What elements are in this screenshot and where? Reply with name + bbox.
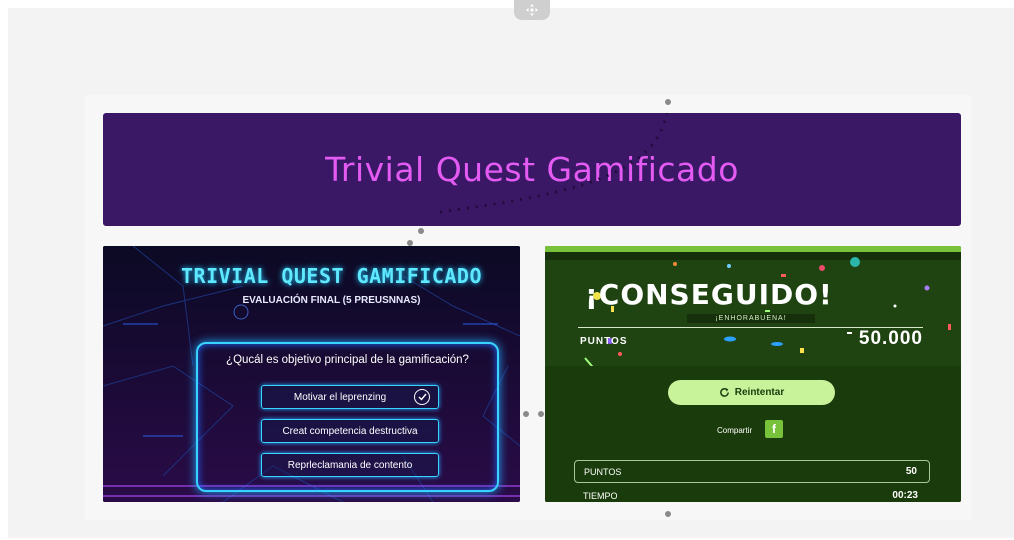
stat-label: TIEMPO [583,490,618,501]
points-label: PUNTOS [580,336,628,347]
stat-row-time: TIEMPO 00:23 [574,484,930,502]
title-banner[interactable]: Trivial Quest Gamificado [103,113,961,226]
answer-option[interactable]: Reprleclamania de contento [261,453,439,477]
answer-label: Reprleclamania de contento [287,459,413,471]
stat-value: 50 [905,466,917,477]
connector-dot[interactable] [418,228,424,234]
refresh-icon [719,388,729,397]
connector-dot[interactable] [538,411,544,417]
quiz-title: TRIVIAL QUEST GAMIFICADO [181,264,482,288]
quiz-card[interactable]: TRIVIAL QUEST GAMIFICADO EVALUACIÓN FINA… [103,246,520,502]
banner-title: Trivial Quest Gamificado [325,150,739,189]
canvas-handle[interactable] [514,0,550,20]
quiz-subtitle: EVALUACIÓN FINAL (5 PREUSNNAS) [242,295,421,306]
question-text: ¿Qucál es objetivo principal de la gamif… [226,354,469,366]
move-icon [526,4,538,16]
question-panel: ¿Qucál es objetivo principal de la gamif… [196,342,499,492]
stat-row-points: PUNTOS 50 [574,460,930,483]
retry-button[interactable]: Reintentar [668,380,835,405]
share-label: Compartir [717,426,753,435]
points-value: 50.000 [858,328,923,349]
connector-dot[interactable] [523,411,529,417]
check-circle-icon [414,389,430,405]
answer-label: Creat competencia destructiva [282,425,418,437]
result-card[interactable]: ¡CONSEGUIDO! ¡ENHORABUENA! PUNTOS 50.000… [545,246,961,502]
answer-option[interactable]: Creat competencia destructiva [261,419,439,443]
success-subheadline: ¡ENHORABUENA! [687,314,815,323]
stat-label: PUNTOS [584,466,622,477]
facebook-icon[interactable]: f [765,420,783,438]
retry-label: Reintentar [734,387,785,398]
answer-option[interactable]: Motivar el leprenzing [261,385,439,409]
stat-value: 00:23 [892,490,918,501]
confetti-decoration [584,257,951,373]
connector-dot[interactable] [665,511,671,517]
connector-dot[interactable] [665,99,671,105]
success-headline: ¡CONSEGUIDO! [585,278,833,311]
answer-label: Motivar el leprenzing [293,391,387,403]
